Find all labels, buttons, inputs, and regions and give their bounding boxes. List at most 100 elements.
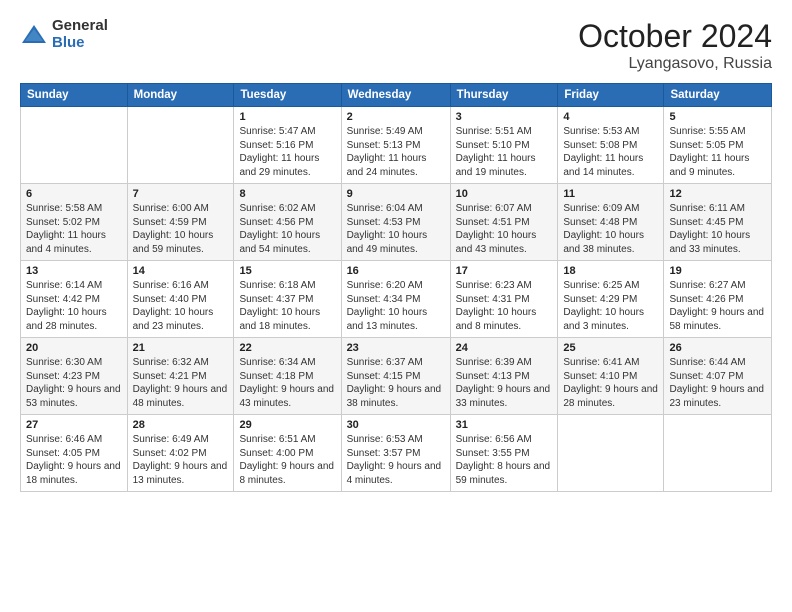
calendar-cell: 23 Sunrise: 6:37 AMSunset: 4:15 PMDayligh…	[341, 338, 450, 415]
day-number: 5	[669, 111, 766, 123]
calendar-cell: 2Sunrise: 5:49 AMSunset: 5:13 PMDaylight…	[341, 107, 450, 184]
day-number: 13	[26, 265, 122, 277]
day-number: 26	[669, 342, 766, 354]
day-number: 30	[347, 419, 445, 431]
calendar-cell	[21, 107, 128, 184]
day-info: Sunrise: 5:53 AMSunset: 5:08 PMDaylight:…	[563, 125, 658, 179]
calendar-location: Lyangasovo, Russia	[578, 55, 772, 73]
weekday-header-row: SundayMondayTuesdayWednesdayThursdayFrid…	[21, 84, 772, 107]
day-info: Sunrise: 6:30 AMSunset: 4:23 PMDaylight:…	[26, 356, 122, 410]
calendar-title: October 2024	[578, 18, 772, 55]
day-number: 19	[669, 265, 766, 277]
calendar-week-row: 20 Sunrise: 6:30 AMSunset: 4:23 PMDayligh…	[21, 338, 772, 415]
calendar-cell: 27 Sunrise: 6:46 AMSunset: 4:05 PMDayligh…	[21, 415, 128, 492]
day-info: Sunrise: 6:32 AMSunset: 4:21 PMDaylight:…	[133, 356, 229, 410]
weekday-header-thursday: Thursday	[450, 84, 558, 107]
day-number: 4	[563, 111, 658, 123]
day-number: 28	[133, 419, 229, 431]
calendar-cell: 18Sunrise: 6:25 AMSunset: 4:29 PMDayligh…	[558, 261, 664, 338]
day-info: Sunrise: 6:41 AMSunset: 4:10 PMDaylight:…	[563, 356, 658, 410]
calendar-cell: 15 Sunrise: 6:18 AMSunset: 4:37 PMDayligh…	[234, 261, 341, 338]
day-number: 22	[239, 342, 335, 354]
calendar-week-row: 27 Sunrise: 6:46 AMSunset: 4:05 PMDayligh…	[21, 415, 772, 492]
calendar-cell	[558, 415, 664, 492]
day-info: Sunrise: 5:55 AMSunset: 5:05 PMDaylight:…	[669, 125, 766, 179]
calendar-cell: 5 Sunrise: 5:55 AMSunset: 5:05 PMDaylight…	[664, 107, 772, 184]
day-info: Sunrise: 6:39 AMSunset: 4:13 PMDaylight:…	[456, 356, 553, 410]
day-info: Sunrise: 6:16 AMSunset: 4:40 PMDaylight:…	[133, 279, 229, 333]
calendar-cell: 3Sunrise: 5:51 AMSunset: 5:10 PMDaylight…	[450, 107, 558, 184]
day-number: 21	[133, 342, 229, 354]
day-info: Sunrise: 6:18 AMSunset: 4:37 PMDaylight:…	[239, 279, 335, 333]
day-info: Sunrise: 6:49 AMSunset: 4:02 PMDaylight:…	[133, 433, 229, 487]
day-info: Sunrise: 6:11 AMSunset: 4:45 PMDaylight:…	[669, 202, 766, 256]
header: General Blue October 2024 Lyangasovo, Ru…	[20, 18, 772, 73]
calendar-cell: 29 Sunrise: 6:51 AMSunset: 4:00 PMDayligh…	[234, 415, 341, 492]
logo-blue-label: Blue	[52, 35, 108, 52]
day-number: 20	[26, 342, 122, 354]
logo-general-label: General	[52, 18, 108, 35]
day-number: 23	[347, 342, 445, 354]
day-info: Sunrise: 6:02 AMSunset: 4:56 PMDaylight:…	[239, 202, 335, 256]
day-info: Sunrise: 6:14 AMSunset: 4:42 PMDaylight:…	[26, 279, 122, 333]
day-number: 25	[563, 342, 658, 354]
day-info: Sunrise: 5:51 AMSunset: 5:10 PMDaylight:…	[456, 125, 553, 179]
calendar-cell: 14Sunrise: 6:16 AMSunset: 4:40 PMDayligh…	[127, 261, 234, 338]
day-info: Sunrise: 6:53 AMSunset: 3:57 PMDaylight:…	[347, 433, 445, 487]
day-number: 11	[563, 188, 658, 200]
day-info: Sunrise: 6:20 AMSunset: 4:34 PMDaylight:…	[347, 279, 445, 333]
calendar-week-row: 1Sunrise: 5:47 AMSunset: 5:16 PMDaylight…	[21, 107, 772, 184]
calendar-cell: 21 Sunrise: 6:32 AMSunset: 4:21 PMDayligh…	[127, 338, 234, 415]
calendar-week-row: 6 Sunrise: 5:58 AMSunset: 5:02 PMDaylight…	[21, 184, 772, 261]
title-section: October 2024 Lyangasovo, Russia	[578, 18, 772, 73]
day-info: Sunrise: 6:07 AMSunset: 4:51 PMDaylight:…	[456, 202, 553, 256]
weekday-header-monday: Monday	[127, 84, 234, 107]
calendar-cell: 24Sunrise: 6:39 AMSunset: 4:13 PMDayligh…	[450, 338, 558, 415]
calendar-cell	[664, 415, 772, 492]
day-number: 29	[239, 419, 335, 431]
day-info: Sunrise: 6:37 AMSunset: 4:15 PMDaylight:…	[347, 356, 445, 410]
calendar-cell: 20 Sunrise: 6:30 AMSunset: 4:23 PMDayligh…	[21, 338, 128, 415]
calendar-cell: 25 Sunrise: 6:41 AMSunset: 4:10 PMDayligh…	[558, 338, 664, 415]
calendar-cell: 8Sunrise: 6:02 AMSunset: 4:56 PMDaylight…	[234, 184, 341, 261]
day-number: 9	[347, 188, 445, 200]
day-info: Sunrise: 6:04 AMSunset: 4:53 PMDaylight:…	[347, 202, 445, 256]
weekday-header-saturday: Saturday	[664, 84, 772, 107]
day-number: 15	[239, 265, 335, 277]
day-info: Sunrise: 6:23 AMSunset: 4:31 PMDaylight:…	[456, 279, 553, 333]
day-number: 6	[26, 188, 122, 200]
logo: General Blue	[20, 18, 108, 51]
day-info: Sunrise: 6:27 AMSunset: 4:26 PMDaylight:…	[669, 279, 766, 333]
day-number: 2	[347, 111, 445, 123]
day-number: 27	[26, 419, 122, 431]
calendar-cell: 31Sunrise: 6:56 AMSunset: 3:55 PMDayligh…	[450, 415, 558, 492]
day-info: Sunrise: 5:58 AMSunset: 5:02 PMDaylight:…	[26, 202, 122, 256]
calendar-cell: 6 Sunrise: 5:58 AMSunset: 5:02 PMDaylight…	[21, 184, 128, 261]
calendar-cell: 11 Sunrise: 6:09 AMSunset: 4:48 PMDayligh…	[558, 184, 664, 261]
day-info: Sunrise: 6:34 AMSunset: 4:18 PMDaylight:…	[239, 356, 335, 410]
calendar-cell: 10 Sunrise: 6:07 AMSunset: 4:51 PMDayligh…	[450, 184, 558, 261]
calendar-table: SundayMondayTuesdayWednesdayThursdayFrid…	[20, 83, 772, 492]
weekday-header-sunday: Sunday	[21, 84, 128, 107]
logo-icon	[20, 21, 48, 49]
calendar-cell: 26Sunrise: 6:44 AMSunset: 4:07 PMDayligh…	[664, 338, 772, 415]
calendar-cell: 28 Sunrise: 6:49 AMSunset: 4:02 PMDayligh…	[127, 415, 234, 492]
day-number: 16	[347, 265, 445, 277]
day-info: Sunrise: 6:51 AMSunset: 4:00 PMDaylight:…	[239, 433, 335, 487]
day-info: Sunrise: 6:56 AMSunset: 3:55 PMDaylight:…	[456, 433, 553, 487]
day-number: 1	[239, 111, 335, 123]
day-number: 12	[669, 188, 766, 200]
day-info: Sunrise: 6:46 AMSunset: 4:05 PMDaylight:…	[26, 433, 122, 487]
day-info: Sunrise: 6:00 AMSunset: 4:59 PMDaylight:…	[133, 202, 229, 256]
calendar-cell: 7 Sunrise: 6:00 AMSunset: 4:59 PMDaylight…	[127, 184, 234, 261]
weekday-header-friday: Friday	[558, 84, 664, 107]
calendar-cell: 16 Sunrise: 6:20 AMSunset: 4:34 PMDayligh…	[341, 261, 450, 338]
day-number: 10	[456, 188, 553, 200]
day-info: Sunrise: 6:25 AMSunset: 4:29 PMDaylight:…	[563, 279, 658, 333]
day-info: Sunrise: 6:09 AMSunset: 4:48 PMDaylight:…	[563, 202, 658, 256]
calendar-cell: 22 Sunrise: 6:34 AMSunset: 4:18 PMDayligh…	[234, 338, 341, 415]
calendar-cell: 4 Sunrise: 5:53 AMSunset: 5:08 PMDaylight…	[558, 107, 664, 184]
calendar-cell: 19 Sunrise: 6:27 AMSunset: 4:26 PMDayligh…	[664, 261, 772, 338]
day-number: 7	[133, 188, 229, 200]
weekday-header-wednesday: Wednesday	[341, 84, 450, 107]
